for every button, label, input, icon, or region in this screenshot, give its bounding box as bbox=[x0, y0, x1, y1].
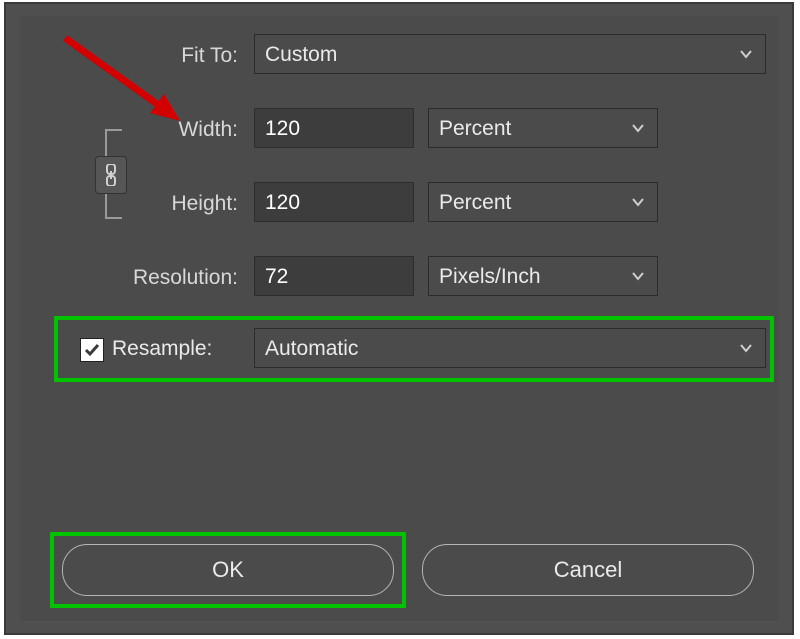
cancel-button[interactable]: Cancel bbox=[422, 544, 754, 596]
width-label: Width: bbox=[20, 108, 238, 152]
dialog-frame: Fit To: Custom Width: 120 Percent Height… bbox=[4, 2, 794, 635]
resample-row: Automatic bbox=[20, 328, 778, 372]
fit-to-value: Custom bbox=[265, 43, 337, 66]
dialog-inner: Fit To: Custom Width: 120 Percent Height… bbox=[20, 16, 778, 621]
width-unit-select[interactable]: Percent bbox=[428, 108, 658, 148]
height-unit-value: Percent bbox=[439, 191, 511, 214]
width-unit-value: Percent bbox=[439, 117, 511, 140]
fit-to-label: Fit To: bbox=[20, 34, 238, 78]
height-input[interactable]: 120 bbox=[254, 182, 414, 222]
resolution-label: Resolution: bbox=[20, 256, 238, 300]
constrain-proportions-button[interactable] bbox=[95, 156, 127, 194]
chevron-down-icon bbox=[739, 341, 753, 355]
chevron-down-icon bbox=[631, 121, 645, 135]
fit-to-select[interactable]: Custom bbox=[254, 34, 766, 74]
width-row: Width: 120 Percent bbox=[20, 108, 778, 152]
height-unit-select[interactable]: Percent bbox=[428, 182, 658, 222]
chevron-down-icon bbox=[631, 269, 645, 283]
resolution-unit-select[interactable]: Pixels/Inch bbox=[428, 256, 658, 296]
link-icon bbox=[103, 164, 119, 186]
resample-method-value: Automatic bbox=[265, 337, 358, 360]
ok-button[interactable]: OK bbox=[62, 544, 394, 596]
resolution-row: Resolution: 72 Pixels/Inch bbox=[20, 256, 778, 300]
width-input[interactable]: 120 bbox=[254, 108, 414, 148]
chevron-down-icon bbox=[631, 195, 645, 209]
height-label: Height: bbox=[20, 182, 238, 226]
resolution-input[interactable]: 72 bbox=[254, 256, 414, 296]
chevron-down-icon bbox=[739, 47, 753, 61]
height-row: Height: 120 Percent bbox=[20, 182, 778, 226]
resolution-unit-value: Pixels/Inch bbox=[439, 265, 541, 288]
resample-method-select[interactable]: Automatic bbox=[254, 328, 766, 368]
fit-to-row: Fit To: Custom bbox=[20, 34, 778, 78]
